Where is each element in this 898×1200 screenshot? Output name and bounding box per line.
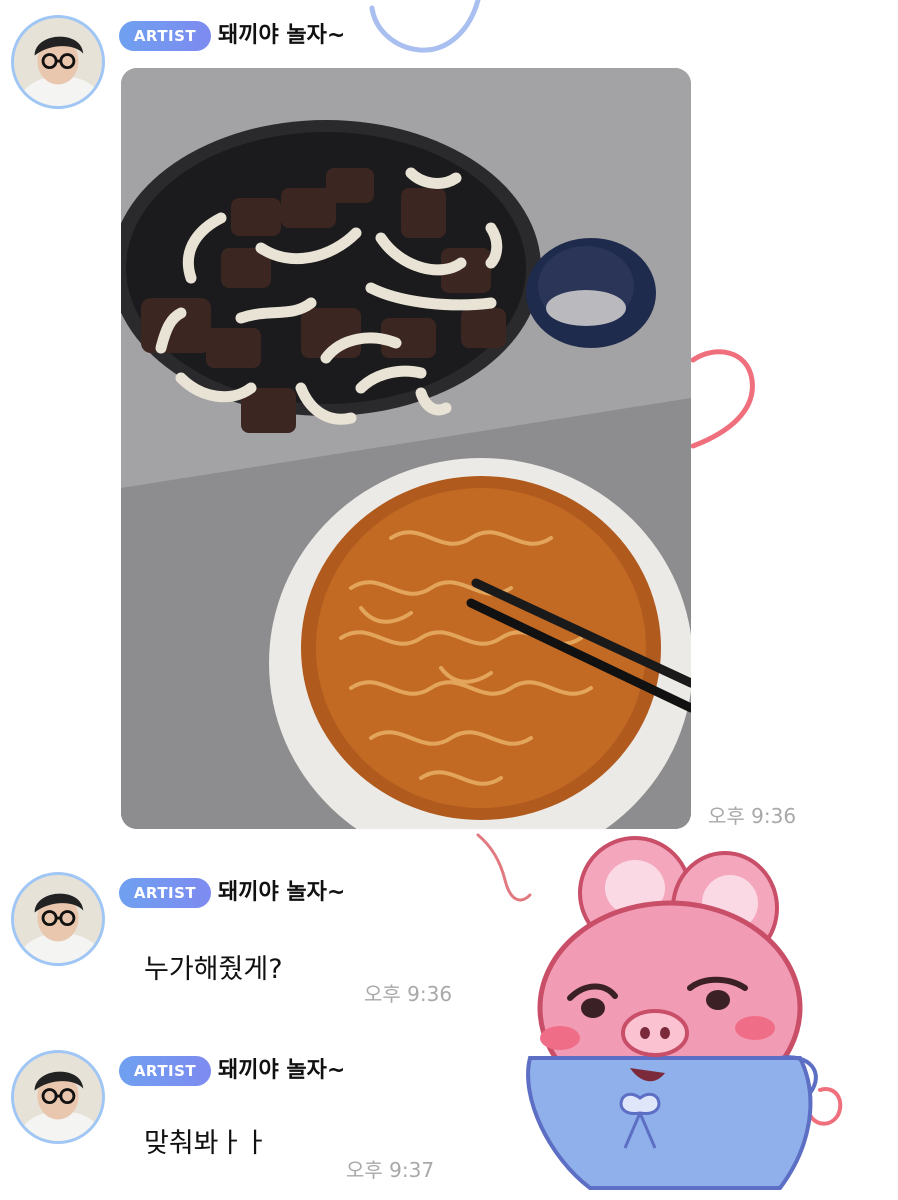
message-text[interactable]: 누가해줬게? [144, 952, 283, 988]
sender-name[interactable]: 돼끼야 놀자~ [218, 21, 345, 51]
avatar[interactable] [11, 1050, 105, 1144]
message-text[interactable]: 맞춰봐ㅏㅏ [144, 1126, 268, 1162]
timestamp: 오후 9:36 [364, 982, 453, 1006]
avatar[interactable] [11, 15, 105, 109]
artist-badge: ARTIST [119, 1056, 211, 1086]
sender-name[interactable]: 돼끼야 놀자~ [218, 878, 345, 908]
artist-badge: ARTIST [119, 878, 211, 908]
profile-avatar-icon [14, 18, 102, 106]
profile-avatar-icon [14, 1053, 102, 1141]
sender-name[interactable]: 돼끼야 놀자~ [218, 1056, 345, 1086]
timestamp: 오후 9:37 [346, 1158, 435, 1182]
food-photo[interactable] [121, 68, 691, 829]
timestamp: 오후 9:36 [708, 804, 797, 828]
profile-avatar-icon [14, 875, 102, 963]
artist-badge: ARTIST [119, 21, 211, 51]
pink-bunny-pig-sticker-icon [526, 836, 818, 1190]
avatar[interactable] [11, 872, 105, 966]
photo-image [121, 68, 691, 829]
